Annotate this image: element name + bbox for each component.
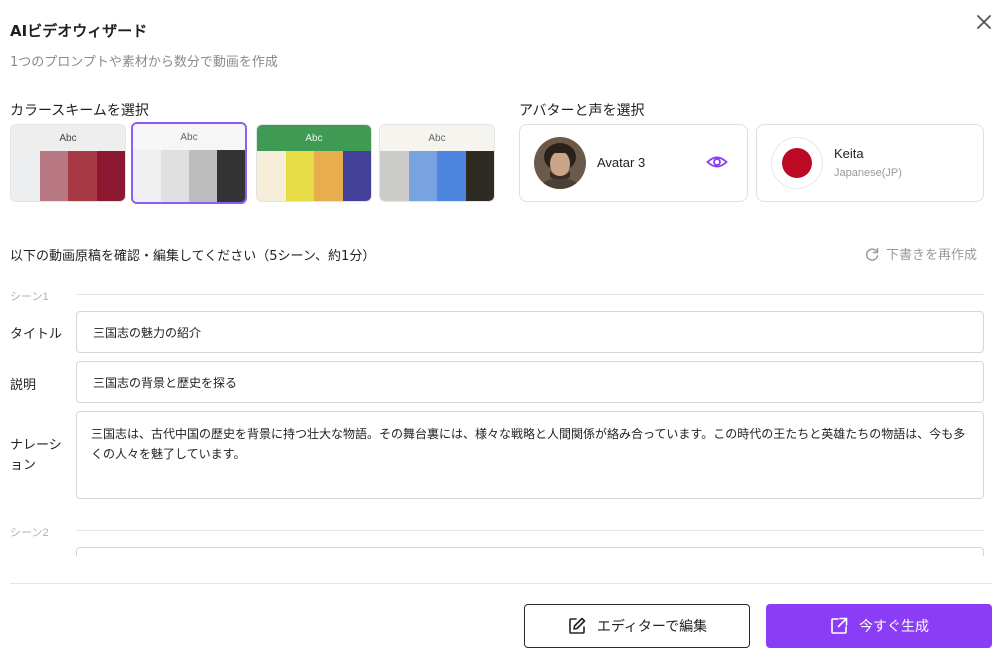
generate-button-label: 今すぐ生成 xyxy=(859,619,929,635)
voice-language: Japanese(JP) xyxy=(834,167,902,179)
regenerate-label: 下書きを再作成 xyxy=(886,248,978,263)
scene-narration-textarea[interactable]: 三国志は、古代中国の歴史を背景に持つ壮大な物語。その舞台裏には、様々な戦略と人間… xyxy=(76,411,984,499)
scheme-sample-text: Abc xyxy=(257,125,371,151)
voice-card[interactable]: Keita Japanese(JP) xyxy=(756,124,984,202)
regenerate-draft-button[interactable]: 下書きを再作成 xyxy=(864,244,977,263)
scene-label: シーン1 xyxy=(10,291,49,303)
japan-flag-icon xyxy=(771,137,823,189)
export-icon xyxy=(831,617,848,634)
title-field-label: タイトル xyxy=(10,327,63,342)
dialog-title: AIビデオウィザード xyxy=(10,22,148,40)
narration-field-label: ナレーション xyxy=(10,438,62,473)
refresh-icon xyxy=(865,247,879,261)
close-button[interactable] xyxy=(972,10,996,34)
scroll-fade xyxy=(0,556,1002,584)
scene-label: シーン2 xyxy=(10,527,49,539)
scene-divider xyxy=(76,294,984,295)
footer-divider xyxy=(10,583,992,584)
dialog-subtitle: 1つのプロンプトや素材から数分で動画を作成 xyxy=(10,55,278,70)
color-scheme-option[interactable]: Abc xyxy=(256,124,372,202)
description-field-label: 説明 xyxy=(10,378,37,393)
generate-now-button[interactable]: 今すぐ生成 xyxy=(766,604,992,648)
avatar-name: Avatar 3 xyxy=(597,155,646,170)
color-scheme-option[interactable]: Abc xyxy=(131,122,247,204)
preview-eye-icon[interactable] xyxy=(706,153,728,171)
scene-title-input[interactable]: 三国志の魅力の紹介 xyxy=(76,311,984,353)
avatar-card[interactable]: Avatar 3 xyxy=(519,124,748,202)
edit-button-label: エディターで編集 xyxy=(596,619,708,635)
edit-pencil-icon xyxy=(569,617,586,634)
script-confirm-text: 以下の動画原稿を確認・編集してください（5シーン、約1分） xyxy=(10,249,376,264)
scheme-swatches xyxy=(380,151,494,201)
close-icon xyxy=(977,15,991,29)
edit-in-editor-button[interactable]: エディターで編集 xyxy=(524,604,750,648)
color-scheme-list: Abc Abc Abc Abc xyxy=(10,122,496,204)
color-scheme-option[interactable]: Abc xyxy=(10,124,126,202)
scene-divider xyxy=(76,530,984,531)
scheme-sample-text: Abc xyxy=(133,124,245,150)
scheme-sample-text: Abc xyxy=(11,125,125,151)
scheme-swatches xyxy=(11,151,125,201)
scheme-swatches xyxy=(133,150,245,202)
ai-video-wizard-dialog: AIビデオウィザード 1つのプロンプトや素材から数分で動画を作成 カラースキーム… xyxy=(0,0,1002,662)
scheme-sample-text: Abc xyxy=(380,125,494,151)
avatar-image xyxy=(534,137,586,189)
color-scheme-option[interactable]: Abc xyxy=(379,124,495,202)
voice-name: Keita xyxy=(834,146,864,161)
avatar-voice-label: アバターと声を選択 xyxy=(519,103,645,119)
color-scheme-label: カラースキームを選択 xyxy=(10,103,149,119)
scheme-swatches xyxy=(257,151,371,201)
scene-description-input[interactable]: 三国志の背景と歴史を探る xyxy=(76,361,984,403)
